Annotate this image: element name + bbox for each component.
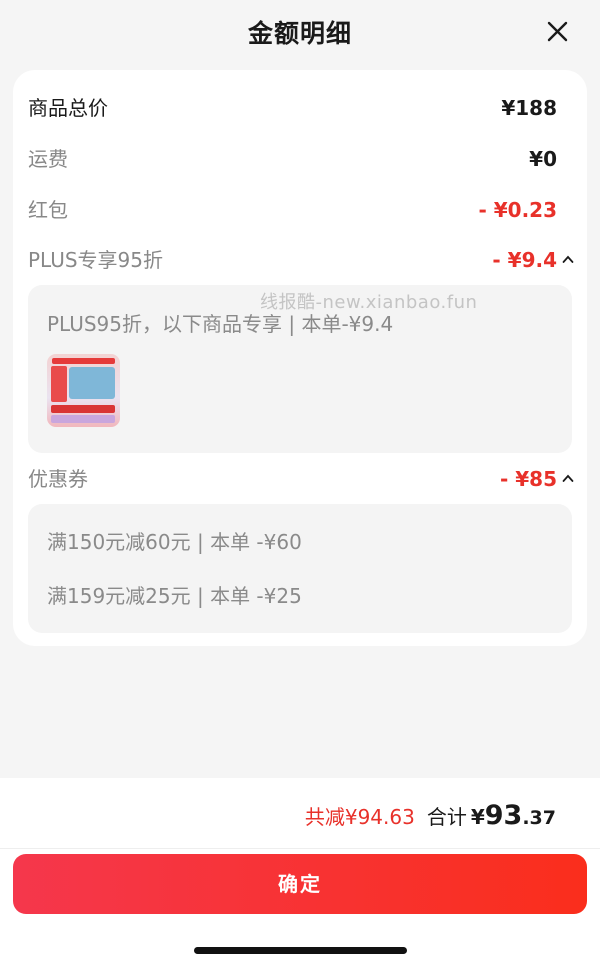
confirm-button[interactable]: 确定	[13, 854, 587, 914]
total-saved: 共减¥94.63	[304, 805, 415, 829]
page-title: 金额明细	[247, 19, 352, 48]
row-value: - ¥85	[499, 467, 557, 491]
row-value: - ¥9.4	[492, 248, 557, 272]
row-label: 商品总价	[28, 96, 108, 120]
row-label: 红包	[28, 198, 68, 222]
row-shipping: 运费 ¥0	[28, 143, 557, 175]
total-decimal: .37	[522, 807, 556, 829]
chevron-up-icon	[562, 255, 574, 263]
row-plus-discount[interactable]: PLUS专享95折 - ¥9.4	[28, 244, 574, 276]
coupon-item: 满150元减60元 | 本单 -¥60	[47, 530, 302, 554]
watermark: 线报酷-new.xianbao.fun	[260, 292, 478, 313]
chevron-up-icon	[562, 474, 574, 482]
footer: 共减¥94.63 合计 ¥ 93 .37 确定	[0, 778, 600, 967]
coupon-detail: 满150元减60元 | 本单 -¥60 满159元减25元 | 本单 -¥25	[28, 504, 572, 633]
amount-detail-card: 商品总价 ¥188 运费 ¥0 红包 - ¥0.23 PLUS专享95折 - ¥…	[13, 70, 587, 646]
coupon-item: 满159元减25元 | 本单 -¥25	[47, 584, 302, 608]
row-goods-total: 商品总价 ¥188	[28, 92, 557, 124]
divider	[0, 848, 600, 849]
row-coupon[interactable]: 优惠券 - ¥85	[28, 463, 574, 495]
price-summary: 共减¥94.63 合计 ¥ 93 .37	[305, 800, 556, 831]
close-icon	[547, 21, 568, 42]
product-thumbnail[interactable]	[47, 354, 120, 427]
currency-symbol: ¥	[470, 805, 485, 829]
total-label: 合计	[426, 805, 467, 829]
row-label: 运费	[28, 147, 68, 171]
row-label: 优惠券	[28, 467, 88, 491]
home-indicator	[194, 947, 407, 954]
row-value: ¥0	[529, 147, 557, 171]
row-value: ¥188	[501, 96, 557, 120]
row-label: PLUS专享95折	[28, 248, 163, 272]
header: 金额明细	[0, 0, 600, 64]
row-red-packet: 红包 - ¥0.23	[28, 194, 557, 226]
total-integer: 93	[484, 800, 523, 831]
row-value: - ¥0.23	[478, 198, 557, 222]
close-button[interactable]	[540, 18, 574, 48]
